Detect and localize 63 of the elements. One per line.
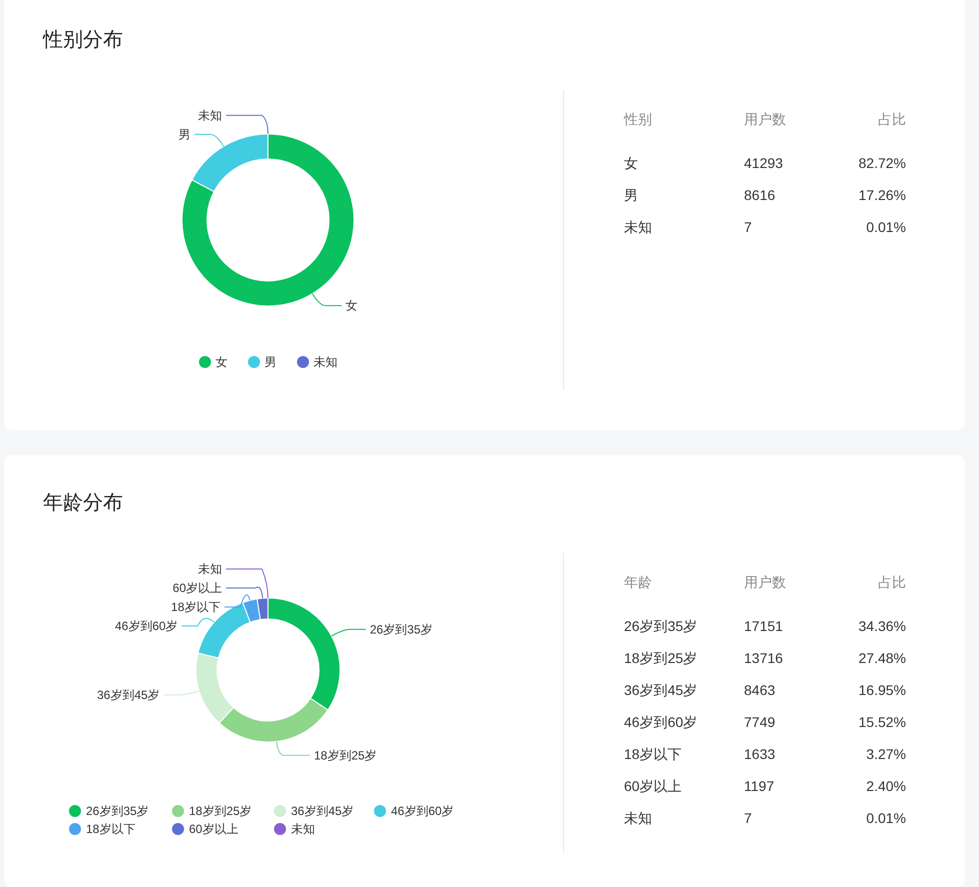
legend-label[interactable]: 26岁到35岁 <box>86 805 149 817</box>
table-cell-text: 15.52% <box>858 712 906 732</box>
column-header: 占比 <box>877 572 906 592</box>
table-cell-text: 8463 <box>744 680 776 700</box>
table-cell-text: 13716 <box>744 648 784 668</box>
legend-label[interactable]: 女 <box>216 356 228 368</box>
slice-label: 女 <box>346 298 358 313</box>
column-header: 占比 <box>877 110 906 128</box>
table-cell-text: 女 <box>624 154 639 172</box>
table-cell-text: 未知 <box>624 218 653 236</box>
slice-label: 未知 <box>198 108 222 122</box>
table-cell-text: 60岁以上 <box>624 776 683 796</box>
slice-label: 18岁以下 <box>171 600 220 614</box>
table-cell-text: 1197 <box>744 776 776 796</box>
table-cell-text: 7749 <box>744 712 776 732</box>
table-cell-text: 26岁到35岁 <box>624 616 698 636</box>
table-cell-text: 1633 <box>744 744 776 764</box>
slice-label: 18岁到25岁 <box>314 748 377 762</box>
section-title: 性别分布 <box>43 28 123 53</box>
table-cell-text: 0.01% <box>865 218 906 236</box>
table-cell-text: 46岁到60岁 <box>624 712 698 732</box>
table-cell-text: 16.95% <box>858 680 906 700</box>
table-cell-text: 3.27% <box>865 744 906 764</box>
column-header: 年龄 <box>624 572 653 592</box>
slice-label: 男 <box>178 127 190 142</box>
column-header: 用户数 <box>744 572 787 592</box>
table-cell-text: 7 <box>744 808 753 828</box>
legend-label[interactable]: 60岁以上 <box>189 823 238 835</box>
table-cell-text: 7 <box>744 218 753 236</box>
table-cell-text: 17.26% <box>858 186 906 204</box>
section-title: 年龄分布 <box>43 491 123 516</box>
column-header: 性别 <box>624 110 653 128</box>
table-cell-text: 0.01% <box>865 808 906 828</box>
leader-line <box>312 293 342 306</box>
legend-label[interactable]: 未知 <box>291 823 315 835</box>
table-cell-text: 2.40% <box>865 776 906 796</box>
slice-label: 60岁以上 <box>172 581 222 595</box>
table-cell-text: 36岁到45岁 <box>624 680 698 700</box>
leader-line <box>276 741 310 756</box>
table-cell-text: 8616 <box>744 186 776 204</box>
slice-label: 36岁到45岁 <box>96 688 160 702</box>
legend-label[interactable]: 36岁到45岁 <box>291 805 354 817</box>
slice-label: 26岁到35岁 <box>370 622 433 636</box>
table-cell-text: 18岁以下 <box>624 744 683 764</box>
legend-label[interactable]: 男 <box>264 356 276 368</box>
column-header: 用户数 <box>744 110 787 128</box>
legend-label[interactable]: 18岁以下 <box>86 823 136 835</box>
table-cell-text: 82.72% <box>858 154 906 172</box>
leader-line <box>163 690 200 696</box>
legend-label[interactable]: 46岁到60岁 <box>391 805 454 817</box>
leader-line <box>330 628 366 637</box>
legend-label[interactable]: 未知 <box>314 356 338 368</box>
table-cell-text: 18岁到25岁 <box>624 648 698 668</box>
table-cell-text: 41293 <box>744 154 784 172</box>
legend-label[interactable]: 18岁到25岁 <box>189 805 252 817</box>
slice-label: 未知 <box>198 562 222 576</box>
table-cell-text: 34.36% <box>858 616 906 636</box>
table-cell-text: 未知 <box>624 808 653 828</box>
slice-label: 46岁到60岁 <box>115 619 178 633</box>
leader-line <box>181 618 215 626</box>
table-cell-text: 17151 <box>744 616 784 636</box>
table-cell-text: 男 <box>624 186 639 204</box>
table-cell-text: 27.48% <box>858 648 906 668</box>
